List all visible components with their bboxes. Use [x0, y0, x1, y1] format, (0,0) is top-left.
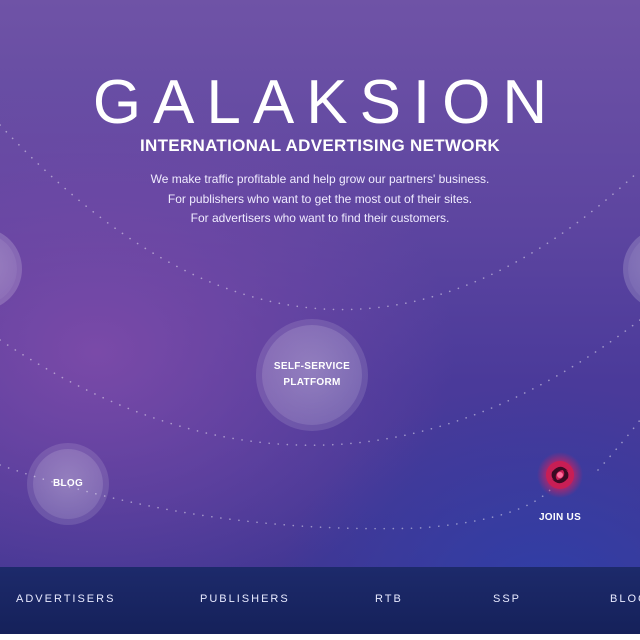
tagline-line: For advertisers who want to find their c…: [190, 211, 450, 225]
tagline-line: For publishers who want to get the most …: [167, 191, 473, 206]
nav-item-publishers[interactable]: PUBLISHERS: [200, 593, 290, 605]
hero-section: GALAKSION INTERNATIONAL ADVERTISING NETW…: [0, 0, 640, 640]
page-bottom-edge: [0, 634, 640, 640]
page-subtitle: INTERNATIONAL ADVERTISING NETWORK: [140, 136, 500, 155]
tagline-line: We make traffic profitable and help grow…: [150, 172, 490, 186]
brand-logo-text: GALAKSION: [92, 68, 560, 137]
nav-item-rtb[interactable]: RTB: [375, 593, 403, 605]
nav-item-blog[interactable]: BLOG: [610, 593, 640, 605]
blog-bubble-button[interactable]: BLOG: [33, 449, 103, 519]
nav-item-advertisers[interactable]: ADVERTISERS: [16, 593, 115, 605]
swirl-logo-icon: [537, 452, 583, 498]
self-service-label-line1: SELF-SERVICE: [273, 361, 351, 372]
self-service-label-line2: PLATFORM: [283, 377, 341, 388]
bottom-navigation: ADVERTISERS PUBLISHERS RTB SSP BLOG: [0, 567, 640, 634]
join-us-label: JOIN US: [538, 512, 582, 523]
self-service-platform-button[interactable]: SELF-SERVICE PLATFORM: [262, 325, 362, 425]
join-us-button[interactable]: JOIN US: [530, 452, 590, 523]
nav-item-ssp[interactable]: SSP: [493, 593, 521, 605]
blog-bubble-label: BLOG: [52, 478, 84, 489]
tagline: We make traffic profitable and help grow…: [0, 170, 640, 229]
